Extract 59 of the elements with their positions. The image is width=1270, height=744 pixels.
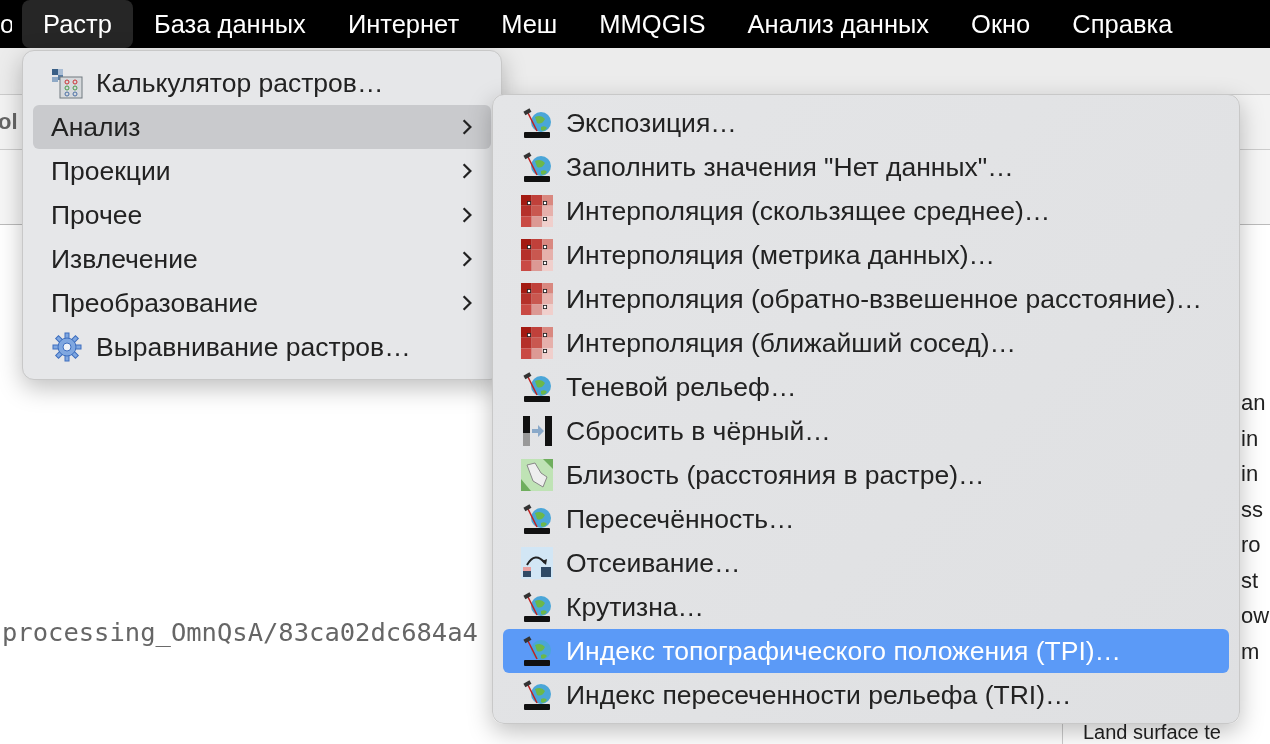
globe-satellite-icon	[521, 635, 553, 667]
menu-item[interactable]: Сбросить в чёрный…	[503, 409, 1229, 453]
chevron-right-icon	[461, 294, 473, 312]
globe-satellite-icon	[521, 591, 553, 623]
menu-bar-item[interactable]: Анализ данных	[726, 0, 951, 48]
menu-item[interactable]: Теневой рельеф…	[503, 365, 1229, 409]
menu-item[interactable]: Интерполяция (ближайший сосед)…	[503, 321, 1229, 365]
chevron-right-icon	[461, 206, 473, 224]
globe-satellite-icon	[521, 679, 553, 711]
text-line: ss	[1241, 495, 1263, 524]
menu-item[interactable]: Близость (расстояния в растре)…	[503, 453, 1229, 497]
chevron-right-icon	[461, 250, 473, 268]
menu-bar-item[interactable]: Окно	[950, 0, 1052, 48]
menu-item[interactable]: Интерполяция (обратно-взвешенное расстояние)…	[503, 277, 1229, 321]
menu-item[interactable]: Пересечённость…	[503, 497, 1229, 541]
menu-item[interactable]: Крутизна…	[503, 585, 1229, 629]
globe-satellite-icon	[521, 151, 553, 183]
globe-satellite-icon	[521, 503, 553, 535]
globe-satellite-icon	[521, 107, 553, 139]
raster-grid-icon	[521, 327, 553, 359]
menu-item[interactable]: Отсеивание…	[503, 541, 1229, 585]
menu-bar-item[interactable]: Справка	[1051, 0, 1194, 48]
text-line: ro	[1241, 531, 1261, 559]
text-line: Land surface te	[1083, 721, 1221, 744]
raster-grid-icon	[521, 239, 553, 271]
menu-bar-item[interactable]: Меш	[480, 0, 579, 48]
menu-item[interactable]: Прочее	[33, 193, 491, 237]
menu-item[interactable]: Калькулятор растров…	[33, 61, 491, 105]
file-path-text: processing_OmnQsA/83ca02dc684a4	[2, 617, 478, 647]
menu-item[interactable]: Интерполяция (метрика данных)…	[503, 233, 1229, 277]
menu-bar-item[interactable]: База данных	[132, 0, 327, 48]
menu-bar-item[interactable]: MMQGIS	[578, 0, 727, 48]
menu-item[interactable]: Индекс пересеченности рельефа (TRI)…	[503, 673, 1229, 717]
sieve-icon	[521, 547, 553, 579]
text-line: an	[1241, 389, 1266, 417]
text-line: st	[1241, 566, 1259, 595]
gear-icon	[51, 331, 83, 363]
raster-grid-icon	[521, 283, 553, 315]
text-line: in	[1241, 460, 1259, 488]
menu-item[interactable]: Извлечение	[33, 237, 491, 281]
chevron-right-icon	[461, 118, 473, 136]
menu-item[interactable]: Проекции	[33, 149, 491, 193]
text-line: in	[1241, 424, 1259, 453]
menu-bar-item[interactable]: Интернет	[326, 0, 481, 48]
menu-bar-item[interactable]: Растр	[22, 0, 133, 48]
menu-item[interactable]: Преобразование	[33, 281, 491, 325]
calculator-icon	[51, 67, 83, 99]
menu-item[interactable]: Выравнивание растров…	[33, 325, 491, 369]
raster-grid-icon	[521, 195, 553, 227]
bars-arrow-icon	[521, 415, 553, 447]
menu-item[interactable]: Анализ	[33, 105, 491, 149]
proximity-map-icon	[521, 459, 553, 491]
globe-satellite-icon	[521, 371, 553, 403]
chevron-right-icon	[461, 162, 473, 180]
text-line: m	[1241, 637, 1260, 666]
menu-item[interactable]: Заполнить значения "Нет данных"…	[503, 145, 1229, 189]
text-line: ow	[1241, 602, 1270, 630]
menu-item[interactable]: Интерполяция (скользящее среднее)…	[503, 189, 1229, 233]
menu-item[interactable]: Экспозиция…	[503, 101, 1229, 145]
